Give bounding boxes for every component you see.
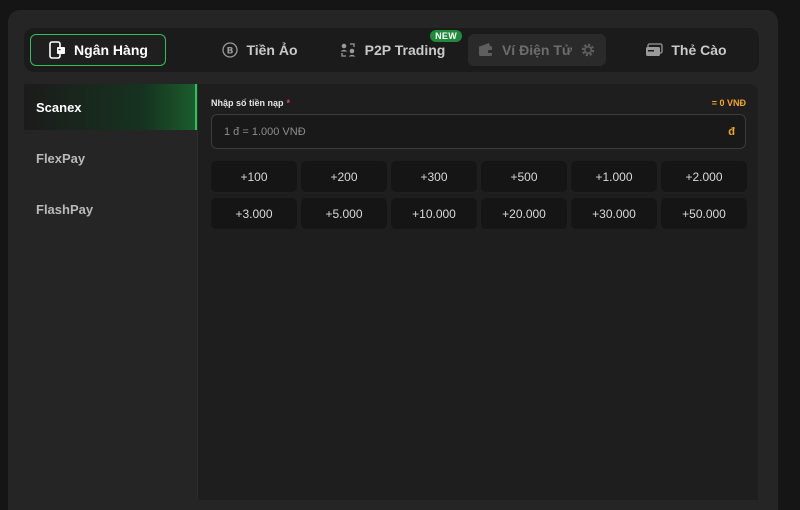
conversion-value: = 0 VNĐ (711, 98, 746, 108)
new-badge: NEW (430, 30, 462, 42)
sidebar-item-label: FlexPay (36, 150, 86, 166)
quick-amount-button[interactable]: +100 (211, 161, 297, 192)
quick-amount-button[interactable]: +30.000 (571, 198, 657, 229)
amount-input[interactable] (222, 124, 729, 139)
tab-label: Ngân Hàng (74, 42, 148, 58)
sidebar-item-flexpay[interactable]: FlexPay (24, 135, 197, 181)
sidebar-item-flashpay[interactable]: FlashPay (24, 186, 197, 232)
tab-label: Thẻ Cào (671, 42, 727, 58)
sidebar-item-label: FlashPay (36, 201, 94, 217)
gear-icon (580, 42, 596, 58)
svg-text:B: B (227, 47, 234, 57)
quick-amount-button[interactable]: +10.000 (391, 198, 477, 229)
amount-label-row: Nhập số tiền nạp * = 0 VNĐ (211, 98, 746, 108)
amount-label-text: Nhập số tiền nạp (211, 98, 284, 108)
tab-label: Ví Điện Tử (501, 42, 573, 58)
required-mark: * (286, 98, 291, 108)
quick-amount-button[interactable]: +3.000 (211, 198, 297, 229)
quick-amount-button[interactable]: +50.000 (661, 198, 747, 229)
bitcoin-icon: B (222, 42, 239, 58)
deposit-method-tabs: Ngân Hàng B Tiền Ảo P2P Trading NEW Ví Đ… (24, 28, 759, 72)
tab-crypto[interactable]: B Tiền Ảo (200, 34, 320, 66)
bank-phone-icon (48, 41, 66, 59)
deposit-form: Nhập số tiền nạp* = 0 VNĐ đ +100+200+300… (197, 84, 758, 500)
quick-amount-button[interactable]: +20.000 (481, 198, 567, 229)
quick-amount-button[interactable]: +1.000 (571, 161, 657, 192)
currency-symbol: đ (728, 125, 735, 138)
sidebar-item-label: Scanex (36, 99, 82, 115)
quick-amount-button[interactable]: +200 (301, 161, 387, 192)
tab-label: Tiền Ảo (246, 42, 298, 58)
p2p-users-icon (339, 41, 357, 59)
tab-bank[interactable]: Ngân Hàng (30, 34, 166, 66)
quick-amount-button[interactable]: +500 (481, 161, 567, 192)
provider-sidebar: Scanex FlexPay FlashPay (24, 84, 197, 500)
tab-scratch-card[interactable]: Thẻ Cào (626, 34, 746, 66)
amount-label: Nhập số tiền nạp * (211, 98, 290, 108)
sidebar-item-scanex[interactable]: Scanex (24, 84, 197, 130)
quick-amount-button[interactable]: +300 (391, 161, 477, 192)
card-icon (645, 42, 664, 58)
quick-amount-button[interactable]: +5.000 (301, 198, 387, 229)
amount-input-field[interactable]: đ (211, 114, 746, 149)
tab-e-wallet[interactable]: Ví Điện Tử (468, 34, 606, 66)
tab-label: P2P Trading (364, 42, 446, 58)
tab-p2p-trading[interactable]: P2P Trading NEW (336, 30, 462, 66)
wallet-icon (478, 42, 494, 58)
quick-amount-buttons: +100 +200 +300 +500 +1.000 +2.000 +3.000 +5.000… (211, 161, 747, 229)
quick-amount-button[interactable]: +2.000 (661, 161, 747, 192)
